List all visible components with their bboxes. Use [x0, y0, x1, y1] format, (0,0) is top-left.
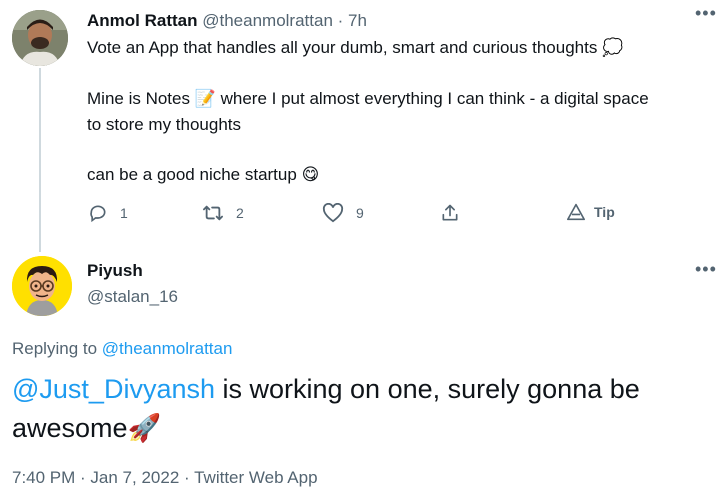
- tweet-text: where I put almost everything I can thin…: [215, 89, 649, 108]
- tweet-text-line: to store my thoughts: [87, 115, 242, 134]
- retweet-button[interactable]: 2: [202, 203, 244, 223]
- avatar[interactable]: [12, 10, 68, 66]
- tweet-text: Mine is Notes: [87, 89, 190, 108]
- timestamp[interactable]: 7h: [348, 11, 367, 30]
- more-options-button[interactable]: •••: [695, 260, 717, 278]
- reply-button[interactable]: 1: [88, 203, 128, 223]
- retweet-icon: [202, 203, 224, 223]
- tweet-text-line: Vote an App that handles all your dumb, …: [87, 38, 623, 58]
- reply-author-handle[interactable]: @stalan_16: [87, 287, 178, 307]
- reply-author-name[interactable]: Piyush: [87, 261, 143, 281]
- separator: ·: [75, 468, 91, 487]
- tweet-text-line: can be a good niche startup 😋: [87, 165, 319, 185]
- author-name-text[interactable]: Anmol Rattan: [87, 11, 198, 30]
- tip-button[interactable]: Tip: [566, 203, 615, 221]
- rocket-emoji: 🚀: [127, 413, 162, 443]
- replying-to: Replying to @theanmolrattan: [12, 339, 232, 359]
- thread-connector-line: [39, 68, 41, 252]
- tweet-text-line: Mine is Notes 📝 where I put almost every…: [87, 89, 649, 109]
- mention-link[interactable]: @Just_Divyansh: [12, 374, 215, 404]
- reply-text: awesome: [12, 413, 128, 443]
- tweet-text: Vote an App that handles all your dumb, …: [87, 38, 598, 57]
- replying-to-link[interactable]: @theanmolrattan: [102, 339, 233, 358]
- replying-to-label: Replying to: [12, 339, 102, 358]
- more-options-button[interactable]: •••: [695, 4, 717, 22]
- heart-icon: [322, 203, 344, 223]
- separator: ·: [332, 11, 349, 30]
- tweet-metadata: 7:40 PM · Jan 7, 2022 · Twitter Web App: [12, 468, 318, 488]
- reply-text: is working on one, surely gonna be: [215, 374, 640, 404]
- like-count: 9: [356, 205, 364, 221]
- retweet-count: 2: [236, 205, 244, 221]
- tweet-date[interactable]: Jan 7, 2022: [90, 468, 179, 487]
- tip-icon: [566, 203, 586, 221]
- memo-emoji: 📝: [194, 89, 216, 108]
- reply-count: 1: [120, 205, 128, 221]
- reply-text-line: awesome🚀: [12, 412, 161, 444]
- separator: ·: [179, 468, 195, 487]
- like-button[interactable]: 9: [322, 203, 364, 223]
- tweet-text: can be a good niche startup: [87, 165, 297, 184]
- yum-emoji: 😋: [301, 165, 320, 184]
- tweet-time[interactable]: 7:40 PM: [12, 468, 75, 487]
- author-handle[interactable]: @theanmolrattan: [202, 11, 333, 30]
- reply-text-line: @Just_Divyansh is working on one, surely…: [12, 374, 640, 405]
- tweet-source: Twitter Web App: [194, 468, 318, 487]
- tip-label: Tip: [594, 204, 615, 220]
- thought-balloon-emoji: 💭: [602, 38, 624, 57]
- author-name[interactable]: Anmol Rattan @theanmolrattan · 7h: [87, 11, 367, 31]
- avatar[interactable]: [12, 256, 72, 316]
- reply-icon: [88, 203, 108, 223]
- share-icon: [440, 203, 460, 223]
- share-button[interactable]: [440, 203, 460, 223]
